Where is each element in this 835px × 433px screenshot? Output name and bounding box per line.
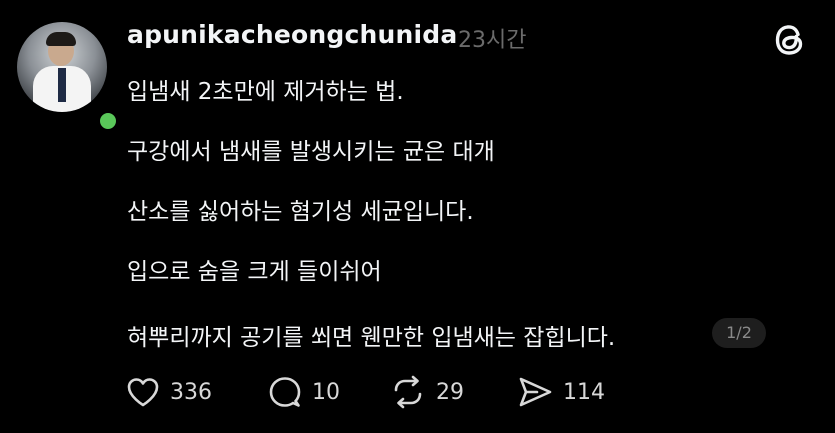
repost-icon [394, 375, 422, 409]
comment-icon [269, 377, 301, 407]
avatar-person-hair [46, 32, 76, 46]
threads-logo-icon[interactable] [773, 22, 807, 58]
reply-count: 10 [312, 379, 340, 405]
avatar-person-tie [58, 68, 66, 102]
online-status-dot [96, 109, 120, 133]
reply-button[interactable]: 10 [268, 375, 340, 409]
avatar[interactable] [17, 22, 107, 112]
page-indicator: 1/2 [712, 318, 766, 348]
send-icon [519, 377, 552, 407]
author-avatar-wrap[interactable] [17, 22, 120, 133]
like-button[interactable]: 336 [126, 375, 212, 409]
post-text-line: 산소를 싫어하는 혐기성 세균입니다. [127, 199, 474, 225]
repost-button[interactable]: 29 [390, 375, 464, 409]
heart-icon [127, 378, 159, 407]
post-text-line: 혀뿌리까지 공기를 쐬면 웬만한 입냄새는 잡힙니다. [127, 325, 616, 351]
repost-count: 29 [436, 379, 464, 405]
post-text-line: 입냄새 2초만에 제거하는 법. [127, 79, 404, 105]
username[interactable]: apunikacheongchunida [127, 20, 457, 49]
post-text-line: 구강에서 냄새를 발생시키는 균은 대개 [127, 139, 495, 165]
post-text-line: 입으로 숨을 크게 들이쉬어 [127, 259, 382, 285]
share-count: 114 [563, 379, 605, 405]
like-count: 336 [170, 379, 212, 405]
share-button[interactable]: 114 [517, 375, 605, 409]
post-timestamp[interactable]: 23시간 [458, 22, 526, 54]
